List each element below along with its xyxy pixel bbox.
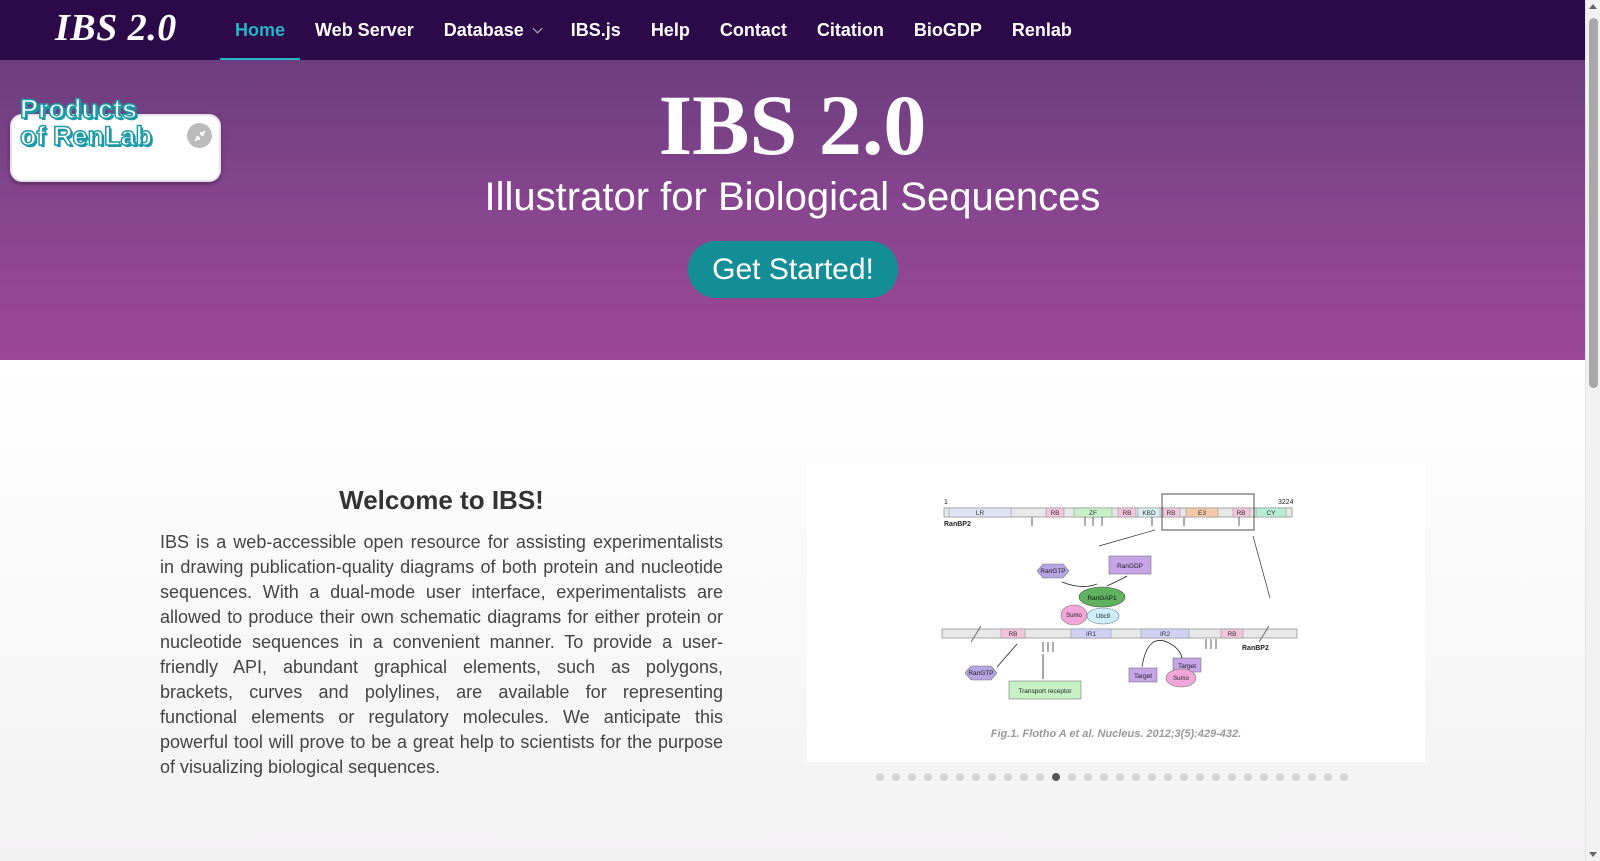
carousel-dot[interactable] xyxy=(1164,773,1172,781)
mol-rangtp-bottom: RanGTP xyxy=(968,670,993,677)
carousel-dot[interactable] xyxy=(1036,773,1044,781)
carousel-dot[interactable] xyxy=(972,773,980,781)
carousel-dot[interactable] xyxy=(1244,773,1252,781)
bottom-protein-label: RanBP2 xyxy=(1242,645,1269,652)
get-started-button[interactable]: Get Started! xyxy=(688,241,898,298)
top-domain-e3: E3 xyxy=(1198,510,1206,517)
welcome-title: Welcome to IBS! xyxy=(339,485,544,515)
top-navbar: IBS 2.0 Home Web Server Database IBS.js … xyxy=(0,0,1585,60)
nav-contact[interactable]: Contact xyxy=(705,0,802,60)
top-protein-label: RanBP2 xyxy=(944,521,971,528)
top-domain-cy: CY xyxy=(1266,510,1276,517)
mol-ubc9: Ubc9 xyxy=(1096,614,1111,620)
carousel-indicators xyxy=(876,773,1348,781)
mol-sumo-top: Sumo xyxy=(1066,613,1082,619)
products-title-line1: Products xyxy=(19,94,138,124)
carousel-dot[interactable] xyxy=(908,773,916,781)
nav-web-server-label: Web Server xyxy=(315,19,414,40)
top-domain-kbd: KBD xyxy=(1142,510,1156,517)
nav-renlab[interactable]: Renlab xyxy=(997,0,1087,60)
products-title: Products of RenLab xyxy=(19,94,153,151)
scroll-up-icon[interactable] xyxy=(1589,4,1597,9)
carousel-dot[interactable] xyxy=(1020,773,1028,781)
carousel-dot[interactable] xyxy=(1084,773,1092,781)
top-start-label: 1 xyxy=(944,499,948,506)
carousel-dot[interactable] xyxy=(1276,773,1284,781)
page-scrollbar[interactable] xyxy=(1585,0,1600,861)
carousel-dot[interactable] xyxy=(1212,773,1220,781)
mol-rangdp: RanGDP xyxy=(1117,563,1143,570)
top-domain-rb-2: RB xyxy=(1122,510,1131,517)
sequence-diagram-figure: 1 3224 LR RB ZF RB KBD RB E3 RB CY RanBP… xyxy=(941,493,1298,700)
scrollbar-thumb[interactable] xyxy=(1589,18,1598,388)
brand-logo[interactable]: IBS 2.0 xyxy=(55,6,177,50)
nav-database[interactable]: Database xyxy=(429,0,556,60)
carousel-dot[interactable] xyxy=(1324,773,1332,781)
carousel-dot[interactable] xyxy=(1068,773,1076,781)
nav-home[interactable]: Home xyxy=(220,0,301,60)
mol-target-1: Target xyxy=(1134,673,1152,680)
collapse-icon[interactable] xyxy=(187,123,212,148)
top-end-label: 3224 xyxy=(1278,499,1294,506)
nav-home-label: Home xyxy=(235,19,286,40)
nav-database-label: Database xyxy=(443,19,524,40)
carousel-dot[interactable] xyxy=(956,773,964,781)
welcome-paragraph: IBS is a web-accessible open resource fo… xyxy=(160,532,723,777)
nav-biogdp-label: BioGDP xyxy=(913,19,982,40)
carousel-dot[interactable] xyxy=(988,773,996,781)
top-domain-rb-1: RB xyxy=(1050,510,1059,517)
nav-contact-label: Contact xyxy=(719,19,787,40)
hero-subtitle: Illustrator for Biological Sequences xyxy=(484,175,1101,219)
carousel-dot[interactable] xyxy=(924,773,932,781)
bottom-domain-rb-1: RB xyxy=(1008,631,1017,638)
carousel-dot[interactable] xyxy=(1052,773,1060,781)
bottom-domain-rb-2: RB xyxy=(1227,631,1236,638)
scroll-down-icon[interactable] xyxy=(1589,852,1597,857)
carousel-dot[interactable] xyxy=(1148,773,1156,781)
mol-rangtp-top: RanGTP xyxy=(1040,568,1065,575)
mol-rangap1: RanGAP1 xyxy=(1087,595,1117,602)
products-title-line2: of RenLab xyxy=(19,121,153,151)
nav-citation[interactable]: Citation xyxy=(802,0,899,60)
mol-transport-receptor: Transport receptor xyxy=(1018,688,1072,695)
carousel-dot[interactable] xyxy=(1100,773,1108,781)
top-domain-rb-4: RB xyxy=(1236,510,1245,517)
nav-citation-label: Citation xyxy=(816,19,884,40)
carousel-dot[interactable] xyxy=(892,773,900,781)
carousel-dot[interactable] xyxy=(876,773,884,781)
figure-slide[interactable]: 1 3224 LR RB ZF RB KBD RB E3 RB CY RanBP… xyxy=(807,464,1425,762)
carousel-dot[interactable] xyxy=(1340,773,1348,781)
carousel-dot[interactable] xyxy=(1116,773,1124,781)
main-content: Welcome to IBS! IBS is a web-accessible … xyxy=(0,360,1585,861)
nav-ibsjs-label: IBS.js xyxy=(570,19,621,40)
carousel-dot[interactable] xyxy=(1308,773,1316,781)
bottom-domain-ir1: IR1 xyxy=(1086,631,1097,638)
top-domain-zf: ZF xyxy=(1089,510,1097,517)
nav-renlab-label: Renlab xyxy=(1011,19,1072,40)
carousel-dot[interactable] xyxy=(1004,773,1012,781)
main-nav: Home Web Server Database IBS.js Help Con… xyxy=(220,0,1087,60)
nav-web-server[interactable]: Web Server xyxy=(300,0,429,60)
nav-biogdp[interactable]: BioGDP xyxy=(899,0,997,60)
carousel-dot[interactable] xyxy=(1132,773,1140,781)
carousel-dot[interactable] xyxy=(1196,773,1204,781)
chevron-down-icon xyxy=(532,23,543,33)
mol-sumo-bottom: Sumo xyxy=(1173,676,1189,682)
top-domain-rb-3: RB xyxy=(1166,510,1175,517)
nav-ibsjs[interactable]: IBS.js xyxy=(556,0,636,60)
carousel-dot[interactable] xyxy=(1260,773,1268,781)
carousel-dot[interactable] xyxy=(1228,773,1236,781)
carousel-dot[interactable] xyxy=(1292,773,1300,781)
top-domain-lr: LR xyxy=(976,510,985,517)
hero-banner: IBS 2.0 Illustrator for Biological Seque… xyxy=(0,60,1585,360)
products-widget[interactable]: Products of RenLab xyxy=(10,95,221,182)
nav-help-label: Help xyxy=(650,19,690,40)
hero-title: IBS 2.0 xyxy=(658,77,927,173)
bottom-domain-ir2: IR2 xyxy=(1160,631,1171,638)
carousel-dot[interactable] xyxy=(1180,773,1188,781)
carousel-dot[interactable] xyxy=(940,773,948,781)
nav-help[interactable]: Help xyxy=(636,0,705,60)
figure-caption: Fig.1. Flotho A et al. Nucleus. 2012;3(5… xyxy=(990,728,1242,740)
